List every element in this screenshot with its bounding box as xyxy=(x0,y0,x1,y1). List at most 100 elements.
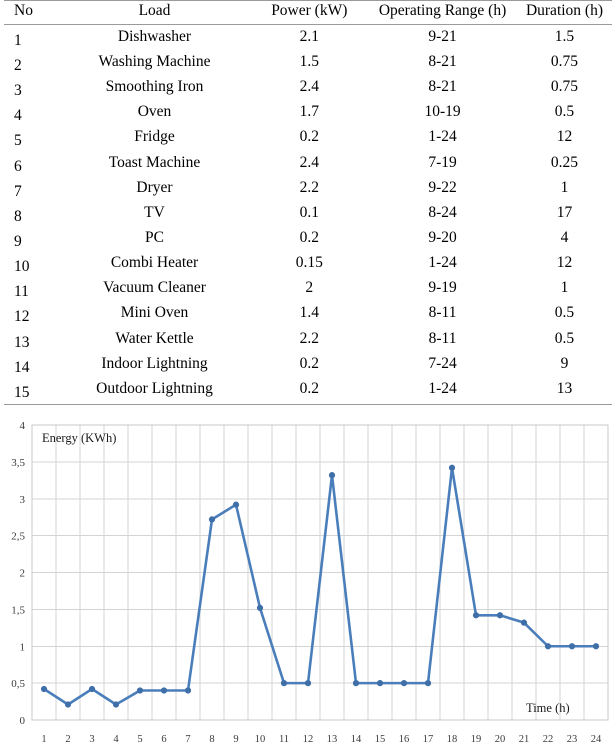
chart-svg: 00,511,522,533,54 1 2 3 4 5 6 7 8 9 10 11 12 13 14 15 1… xyxy=(11,420,609,745)
cell-load: Oven xyxy=(137,103,172,121)
cell-no: 15 xyxy=(4,380,59,409)
cell-power: 0.2 xyxy=(250,376,369,405)
cell-no: 1 xyxy=(14,31,22,49)
cell-load: Dishwasher xyxy=(117,27,192,45)
data-point-marker xyxy=(136,687,144,694)
data-point-marker xyxy=(40,685,48,693)
y-tick-label: 4 xyxy=(20,420,26,432)
cell-range: 8-24 xyxy=(428,203,457,221)
x-tick-label: 24 xyxy=(591,734,602,745)
column-header-no: No xyxy=(4,0,59,25)
cell-load: Smoothing Iron xyxy=(105,78,204,96)
cell-range: 1-24 xyxy=(428,128,457,146)
cell-load: Fridge xyxy=(134,128,175,146)
cell-power: 1.5 xyxy=(299,52,319,70)
cell-duration: 1 xyxy=(560,178,569,196)
cell-duration: 0.75 xyxy=(550,78,579,96)
cell-duration: 9 xyxy=(560,354,569,372)
cell-power: 2.2 xyxy=(299,178,319,196)
x-tick-label: 1 xyxy=(41,734,46,745)
cell-range: 8-11 xyxy=(428,304,457,322)
x-tick-label: 4 xyxy=(113,734,119,745)
data-point-marker xyxy=(160,687,168,694)
cell-no: 8 xyxy=(14,207,22,225)
data-point-marker xyxy=(184,687,192,694)
cell-power: 2.2 xyxy=(299,329,319,347)
column-header-range: Operating Range (h) xyxy=(368,0,517,25)
cell-no: 12 xyxy=(14,308,30,326)
cell-power: 0.1 xyxy=(299,203,319,221)
cell-duration: 0.75 xyxy=(550,52,579,70)
table-row: 13 Water Kettle 2.2 8-11 0.5 xyxy=(4,327,612,352)
cell-no: 2 xyxy=(14,56,22,74)
cell-power: 1.7 xyxy=(299,103,319,121)
data-point-marker xyxy=(232,501,240,508)
data-point-marker xyxy=(328,472,336,479)
data-point-marker xyxy=(496,612,504,619)
data-point-marker xyxy=(304,680,312,687)
data-point-marker xyxy=(256,604,264,611)
cell-no: 6 xyxy=(14,157,22,175)
data-point-marker xyxy=(472,612,480,619)
cell-load: Dryer xyxy=(136,178,173,196)
data-point-marker xyxy=(592,643,600,650)
cell-duration: 0.25 xyxy=(550,153,579,171)
x-tick-label: 15 xyxy=(375,734,386,745)
cell-power: 2.4 xyxy=(299,153,319,171)
table-row: 8 TV 0.1 8-24 17 xyxy=(4,201,612,226)
cell-no: 13 xyxy=(14,333,30,351)
data-point-marker xyxy=(544,643,552,650)
data-point-marker xyxy=(280,680,288,687)
cell-no: 11 xyxy=(14,283,29,301)
x-tick-label: 12 xyxy=(303,734,314,745)
data-point-marker xyxy=(208,516,216,523)
table-row: 14 Indoor Lightning 0.2 7-24 9 xyxy=(4,352,612,377)
y-tick-label: 0,5 xyxy=(11,678,25,690)
data-point-marker xyxy=(376,680,384,687)
cell-load: Mini Oven xyxy=(120,304,189,322)
cell-load: Combi Heater xyxy=(110,254,199,272)
cell-power: 2.4 xyxy=(299,78,319,96)
x-tick-label: 20 xyxy=(495,734,506,745)
y-tick-label: 0 xyxy=(20,715,26,727)
x-tick-label: 18 xyxy=(447,734,458,745)
x-tick-label: 22 xyxy=(543,734,554,745)
cell-duration: 1 xyxy=(560,279,569,297)
x-axis-title: Time (h) xyxy=(526,701,570,715)
cell-duration: 1.5 xyxy=(554,27,575,45)
cell-power: 0.2 xyxy=(299,228,319,246)
table-row: 6 Toast Machine 2.4 7-19 0.25 xyxy=(4,151,612,176)
x-tick-label: 21 xyxy=(519,734,530,745)
y-tick-label: 3 xyxy=(20,494,26,506)
y-tick-label: 2,5 xyxy=(11,531,25,543)
x-tick-label: 14 xyxy=(351,734,362,745)
cell-range: 1-24 xyxy=(428,254,457,272)
column-header-duration: Duration (h) xyxy=(516,0,612,25)
cell-load: Washing Machine xyxy=(98,52,211,70)
data-point-marker xyxy=(88,685,96,693)
x-tick-label: 19 xyxy=(471,734,482,745)
data-point-marker xyxy=(64,701,72,708)
y-axis-tick-labels: 0 0,5 1 1,5 2 2,5 3 3,5 4 xyxy=(11,420,25,727)
cell-duration: 17 xyxy=(556,203,573,221)
cell-range: 7-24 xyxy=(428,354,457,372)
x-tick-label: 2 xyxy=(65,734,70,745)
table-row: 11 Vacuum Cleaner 2 9-19 1 xyxy=(4,276,612,301)
cell-load: TV xyxy=(144,203,165,221)
table-row: 1 Dishwasher 2.1 9-21 1.5 xyxy=(4,24,612,50)
cell-no: 4 xyxy=(14,107,22,125)
cell-range: 10-19 xyxy=(424,103,461,121)
x-tick-label: 23 xyxy=(567,734,578,745)
data-point-marker xyxy=(112,701,120,708)
x-tick-label: 7 xyxy=(185,734,190,745)
column-header-load: Load xyxy=(58,0,251,25)
data-point-marker xyxy=(400,680,408,687)
table-row: 4 Oven 1.7 10-19 0.5 xyxy=(4,100,612,125)
table-header: No Load Power (kW) Operating Range (h) D… xyxy=(4,0,612,25)
table-row: 7 Dryer 2.2 9-22 1 xyxy=(4,176,612,201)
cell-range: 9-22 xyxy=(428,178,457,196)
x-tick-label: 10 xyxy=(255,734,266,745)
cell-load: Indoor Lightning xyxy=(101,354,208,372)
cell-range: 8-21 xyxy=(428,78,457,96)
cell-duration: 0.5 xyxy=(554,103,575,121)
